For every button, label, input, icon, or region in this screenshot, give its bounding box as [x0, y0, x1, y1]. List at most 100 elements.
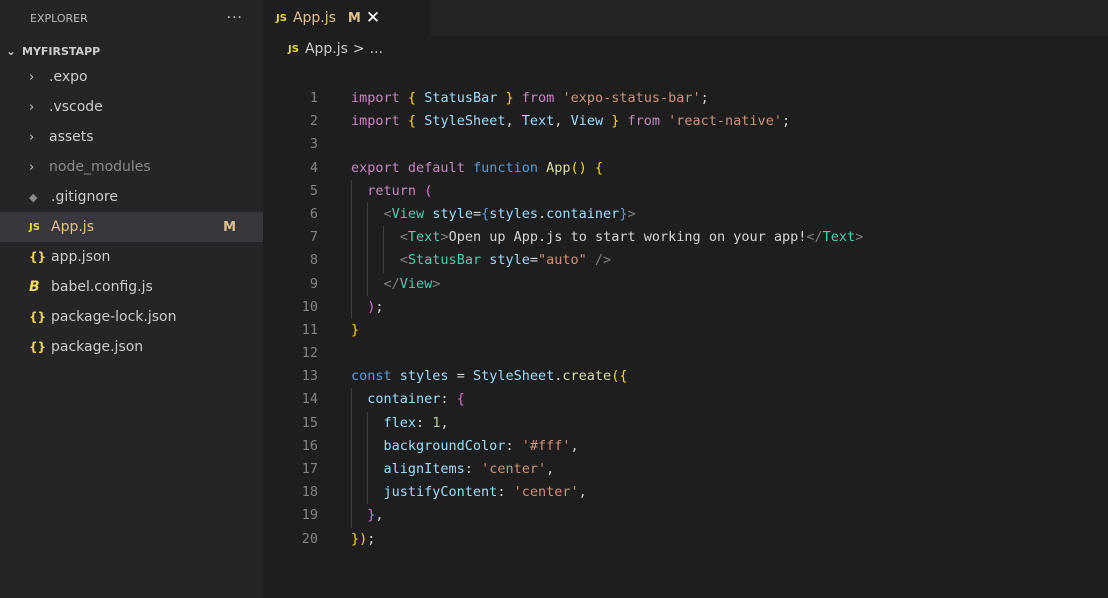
code-line[interactable]: 5 return ( [263, 179, 863, 203]
git-file-icon: ◆ [29, 190, 38, 204]
indent-guide [351, 504, 352, 528]
code-line[interactable]: 19 }, [263, 504, 863, 528]
breadcrumb: JS App.js > ... [263, 36, 1108, 62]
explorer-sidebar: EXPLORER ··· ⌄ MYFIRSTAPP › .expo › .vsc… [0, 0, 263, 598]
line-number: 3 [309, 136, 318, 153]
tree-item-vscode[interactable]: › .vscode [0, 92, 263, 122]
tree-item-gitignore[interactable]: ◆ .gitignore [0, 182, 263, 212]
code-line[interactable]: 20}); [263, 528, 863, 551]
close-icon[interactable]: ✕ [366, 8, 380, 28]
tree-item-package-json[interactable]: {} package.json [0, 332, 263, 362]
tree-item-node-modules[interactable]: › node_modules [0, 152, 263, 182]
code-line[interactable]: 12 [263, 342, 863, 365]
javascript-file-icon: JS [29, 221, 40, 233]
tab-label: App.js [292, 10, 336, 26]
indent-guide [367, 434, 369, 458]
line-number: 5 [309, 182, 318, 199]
tree-item-label: .expo [49, 69, 88, 85]
code-line[interactable]: 18 justifyContent: 'center', [263, 481, 863, 505]
line-number: 8 [309, 252, 318, 269]
code-line[interactable]: 17 alignItems: 'center', [263, 458, 863, 482]
code-line[interactable]: 13 const styles = StyleSheet.create({ [263, 365, 863, 388]
indent-guide [351, 481, 352, 505]
indent-guide [367, 458, 369, 482]
tree-item-label: node_modules [49, 159, 151, 175]
tab-modified-badge: M [347, 10, 361, 26]
indent-guide [383, 226, 385, 250]
line-number: 11 [301, 321, 318, 338]
root-folder[interactable]: ⌄ MYFIRSTAPP [0, 40, 263, 62]
indent-guide [383, 249, 385, 273]
indent-guide [367, 249, 369, 273]
code-line[interactable]: 10 ); [263, 295, 863, 319]
code-line[interactable]: 7 <Text>Open up App.js to start working … [263, 226, 863, 250]
babel-file-icon: B [29, 279, 40, 295]
tree-item-assets[interactable]: › assets [0, 122, 263, 152]
indent-guide [351, 458, 352, 482]
code-line[interactable]: 11} [263, 319, 863, 342]
line-number: 1 [309, 90, 318, 106]
tree-item-label: babel.config.js [51, 279, 153, 295]
tab-bar: JS App.js M ✕ [263, 0, 1108, 36]
line-number: 16 [301, 437, 318, 454]
line-number: 17 [301, 461, 318, 477]
code-line[interactable]: 16 backgroundColor: '#fff', [263, 434, 863, 458]
indent-guide [351, 388, 352, 412]
tab-app-js[interactable]: JS App.js M ✕ [263, 0, 431, 36]
breadcrumb-rest[interactable]: ... [370, 41, 383, 57]
tree-item-expo[interactable]: › .expo [0, 62, 263, 92]
line-number: 13 [301, 368, 318, 385]
tree-item-app-json[interactable]: {} app.json [0, 242, 263, 272]
json-file-icon: {} [29, 340, 47, 354]
json-file-icon: {} [29, 310, 47, 324]
indent-guide [351, 249, 352, 273]
indent-guide [351, 202, 352, 227]
line-number: 19 [301, 507, 318, 524]
json-file-icon: {} [29, 250, 47, 264]
code-line[interactable]: 8 <StatusBar style="auto" /> [263, 249, 863, 273]
tree-item-label: .vscode [49, 99, 103, 115]
indent-guide [351, 179, 352, 203]
tree-item-label: package-lock.json [51, 309, 177, 325]
chevron-right-icon: › [29, 159, 35, 175]
code-line[interactable]: 9 </View> [263, 272, 863, 296]
code-line[interactable]: 3 [263, 133, 863, 156]
tree-item-label: assets [49, 129, 94, 145]
code-line[interactable]: 1 import { StatusBar } from 'expo-status-… [263, 87, 863, 110]
line-number: 18 [301, 484, 318, 501]
indent-guide [351, 434, 352, 458]
indent-guide [367, 481, 369, 505]
indent-guide [351, 226, 352, 250]
code-line[interactable]: 15 flex: 1, [263, 411, 863, 435]
tree-item-babel-config[interactable]: B babel.config.js [0, 272, 263, 302]
indent-guide [367, 411, 369, 435]
tree-item-label: package.json [51, 339, 144, 355]
indent-guide [351, 411, 352, 435]
code-line[interactable]: 4 export default function App() { [263, 157, 863, 180]
code-line[interactable]: 6 <View style={styles.container}> [263, 202, 863, 227]
breadcrumb-file[interactable]: App.js [305, 41, 348, 57]
line-number: 6 [309, 205, 318, 222]
line-number: 2 [309, 113, 318, 130]
tree-item-package-lock[interactable]: {} package-lock.json [0, 302, 263, 332]
indent-guide [367, 272, 369, 296]
code-line[interactable]: 2 import { StyleSheet, Text, View } from … [263, 110, 863, 133]
more-actions-icon[interactable]: ··· [227, 10, 243, 26]
root-folder-label: MYFIRSTAPP [22, 44, 101, 58]
indent-guide [351, 295, 352, 319]
code-line[interactable]: 14 container: { [263, 388, 863, 412]
tree-item-label: .gitignore [51, 189, 118, 205]
modified-badge: M [223, 219, 236, 235]
line-number: 4 [309, 159, 318, 176]
tree-item-app-js[interactable]: JS App.js M [0, 212, 263, 242]
javascript-file-icon: JS [276, 12, 287, 24]
code-editor[interactable]: 1 import { StatusBar } from 'expo-status-… [263, 87, 864, 551]
line-number: 9 [309, 275, 318, 292]
chevron-right-icon: › [29, 99, 35, 115]
indent-guide [367, 202, 369, 227]
tree-item-label: App.js [51, 219, 94, 235]
line-number: 14 [301, 391, 318, 408]
explorer-header: EXPLORER ··· [0, 3, 263, 33]
line-number: 15 [301, 414, 318, 431]
javascript-file-icon: JS [288, 43, 299, 55]
